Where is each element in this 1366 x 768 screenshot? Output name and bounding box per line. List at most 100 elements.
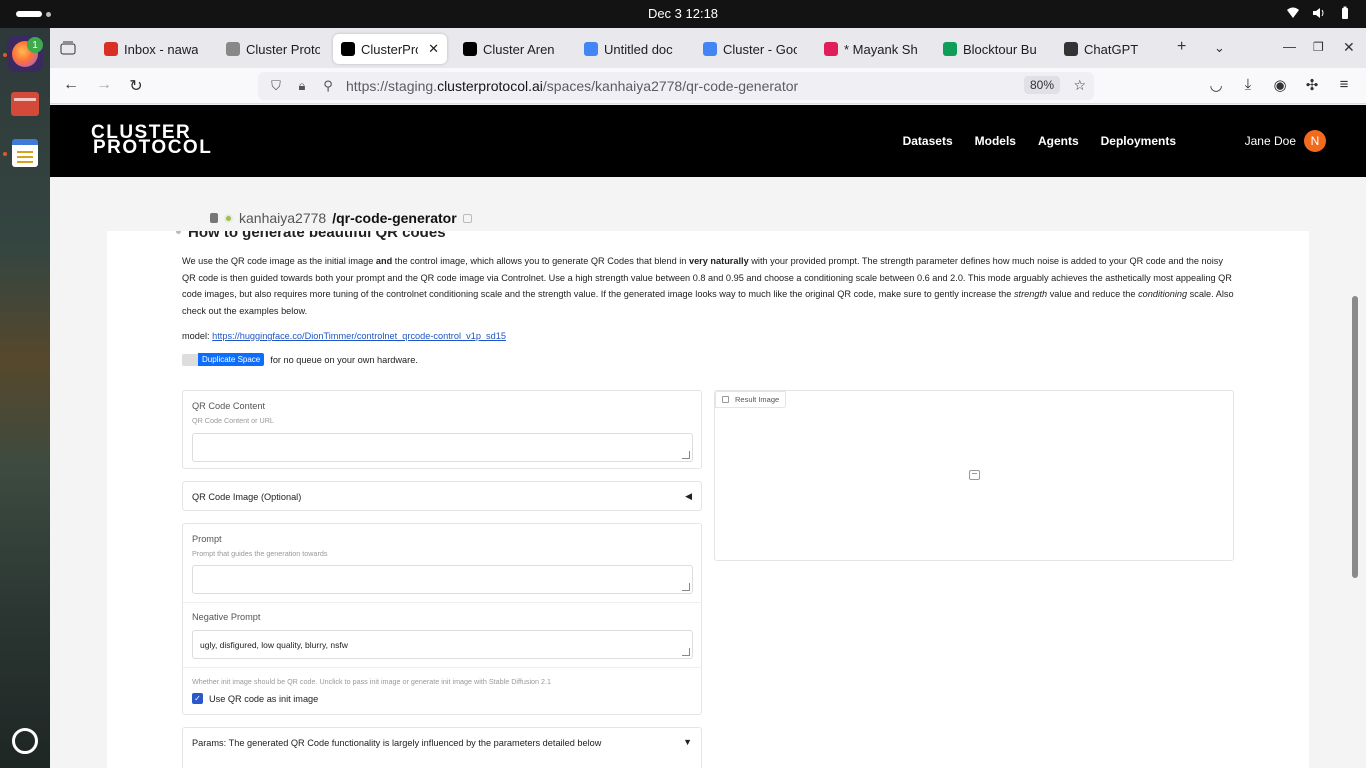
breadcrumb-owner[interactable]: kanhaiya2778 [239, 210, 326, 226]
new-tab-icon[interactable]: + [1177, 38, 1186, 56]
system-clock[interactable]: Dec 3 12:18 [0, 6, 1366, 21]
permissions-icon[interactable]: ⚲ [320, 78, 336, 94]
result-image-label: Result Image [735, 395, 780, 404]
navigation-toolbar: ← → ↻ ⛉ 🔒︎ ⚲ https://staging.clusterprot… [50, 68, 1366, 104]
nav-models[interactable]: Models [975, 134, 1016, 148]
params-label[interactable]: Params: The generated QR Code functional… [192, 738, 601, 748]
address-bar[interactable]: ⛉ 🔒︎ ⚲ https://staging.clusterprotocol.a… [258, 72, 1094, 100]
minimize-window-icon[interactable]: — [1283, 39, 1296, 54]
browser-tab[interactable]: Cluster - Goo [695, 34, 805, 64]
browser-tab[interactable]: Cluster Aren [455, 34, 565, 64]
browser-window: Inbox - nawa Cluster Proto ClusterPro ✕ Clus… [50, 28, 1366, 768]
params-accordion[interactable]: Params: The generated QR Code functional… [182, 727, 702, 768]
restore-window-icon[interactable]: ❐ [1313, 40, 1324, 54]
pocket-icon[interactable]: ◡ [1206, 76, 1226, 94]
result-image-panel: Result Image [714, 390, 1234, 561]
cluster-icon [226, 42, 240, 56]
browser-tab[interactable]: ClusterPro ✕ [333, 34, 447, 64]
page-scrollbar[interactable] [1352, 296, 1358, 578]
browser-tab[interactable]: Untitled doc [576, 34, 686, 64]
prompt-info: Prompt that guides the generation toward… [192, 549, 328, 558]
avatar[interactable]: N [1304, 130, 1326, 152]
gradio-app: How to generate beautiful QR codes We us… [107, 231, 1309, 768]
tab-title: ClusterPro [361, 41, 419, 57]
gmail-icon [104, 42, 118, 56]
browser-tab[interactable]: Cluster Proto [218, 34, 328, 64]
user-name[interactable]: Jane Doe [1245, 134, 1296, 148]
duplicate-row: Duplicate Space for no queue on your own… [182, 353, 418, 366]
browser-tab[interactable]: * Mayank Sha [816, 34, 926, 64]
qr-content-label: QR Code Content [192, 401, 266, 411]
downloads-icon[interactable]: ⤓ [1238, 76, 1258, 93]
lock-icon[interactable]: 🔒︎ [294, 78, 310, 94]
nav-datasets[interactable]: Datasets [903, 134, 953, 148]
nav-deployments[interactable]: Deployments [1101, 134, 1176, 148]
init-image-checkbox[interactable]: ✓ [192, 693, 203, 704]
qr-content-input[interactable] [192, 433, 693, 462]
collapse-arrow-icon[interactable]: ◀ [685, 491, 692, 502]
url-text[interactable]: https://staging.clusterprotocol.ai/space… [346, 78, 798, 94]
tab-list-icon[interactable] [60, 41, 78, 59]
extensions-icon[interactable]: ✣ [1302, 76, 1322, 94]
space-icon [210, 213, 218, 223]
zoom-level-badge[interactable]: 80% [1023, 76, 1060, 94]
init-image-checkbox-label[interactable]: Use QR code as init image [209, 694, 318, 704]
close-window-icon[interactable]: ✕ [1343, 39, 1355, 56]
tab-title: Cluster - Goo [723, 41, 797, 57]
browser-tab[interactable]: ChatGPT [1056, 34, 1166, 64]
image-placeholder-icon [969, 470, 980, 480]
system-top-bar: Dec 3 12:18 [0, 0, 1366, 28]
prompt-input[interactable] [192, 565, 693, 594]
nav-agents[interactable]: Agents [1038, 134, 1079, 148]
account-icon[interactable]: ◉ [1270, 76, 1290, 94]
show-apps-icon[interactable] [12, 728, 38, 754]
negative-prompt-label: Negative Prompt [192, 612, 261, 622]
volume-icon[interactable] [1312, 6, 1326, 20]
reload-icon[interactable]: ↻ [126, 76, 146, 96]
description-text: We use the QR code image as the initial … [182, 256, 1234, 317]
negative-prompt-input[interactable]: ugly, disfigured, low quality, blurry, n… [192, 630, 693, 659]
prompt-label: Prompt [192, 534, 222, 544]
expand-arrow-icon[interactable]: ▼ [683, 737, 692, 747]
system-tray[interactable] [1286, 6, 1352, 20]
breadcrumb: kanhaiya2778 /qr-code-generator [210, 210, 472, 226]
duplicate-space-button[interactable]: Duplicate Space [198, 353, 265, 366]
close-tab-icon[interactable]: ✕ [428, 41, 439, 57]
duplicate-text: for no queue on your own hardware. [270, 354, 418, 365]
browser-tab[interactable]: Inbox - nawa [96, 34, 206, 64]
user-menu[interactable]: Jane Doe N [1245, 130, 1326, 152]
qr-image-label[interactable]: QR Code Image (Optional) [192, 492, 301, 502]
init-image-checkbox-row[interactable]: ✓ Use QR code as init image [192, 693, 318, 704]
model-line: model: https://huggingface.co/DionTimmer… [182, 331, 506, 341]
browser-tab[interactable]: Blocktour Bu [935, 34, 1045, 64]
notepad-icon [12, 139, 38, 167]
shield-icon[interactable]: ⛉ [268, 78, 284, 94]
model-link[interactable]: https://huggingface.co/DionTimmer/contro… [212, 331, 506, 341]
page-heading: How to generate beautiful QR codes [176, 231, 446, 241]
tab-title: Blocktour Bu [963, 41, 1037, 57]
qr-image-accordion[interactable]: QR Code Image (Optional) ◀ [182, 481, 702, 511]
slack-icon [824, 42, 838, 56]
bookmark-star-icon[interactable]: ☆ [1073, 77, 1086, 94]
cluster-protocol-logo[interactable]: CLUSTER PROTOCOL [91, 123, 213, 158]
running-indicator [3, 152, 7, 156]
forward-arrow-icon[interactable]: → [94, 76, 114, 94]
tab-title: Cluster Proto [246, 41, 320, 57]
app-dock: 1 [0, 28, 50, 768]
breadcrumb-repo[interactable]: /qr-code-generator [332, 210, 456, 226]
tab-title: Cluster Aren [483, 41, 555, 57]
copy-icon[interactable] [462, 213, 472, 223]
logo-line-2: PROTOCOL [93, 137, 213, 158]
back-arrow-icon[interactable]: ← [61, 76, 81, 94]
tab-overflow-chevron-icon[interactable]: ⌄ [1214, 40, 1225, 56]
menu-hamburger-icon[interactable]: ≡ [1334, 76, 1354, 93]
init-image-info: Whether init image should be QR code. Un… [192, 677, 552, 686]
duplicate-icon[interactable] [182, 353, 198, 366]
web-page: CLUSTER PROTOCOL Datasets Models Agents Dep… [50, 105, 1366, 768]
wifi-icon[interactable] [1286, 6, 1300, 20]
folder-icon [11, 92, 39, 116]
files-dock-icon[interactable] [7, 86, 43, 122]
qr-content-info: QR Code Content or URL [192, 416, 274, 425]
battery-icon[interactable] [1338, 6, 1352, 20]
text-editor-dock-icon[interactable] [7, 135, 43, 171]
